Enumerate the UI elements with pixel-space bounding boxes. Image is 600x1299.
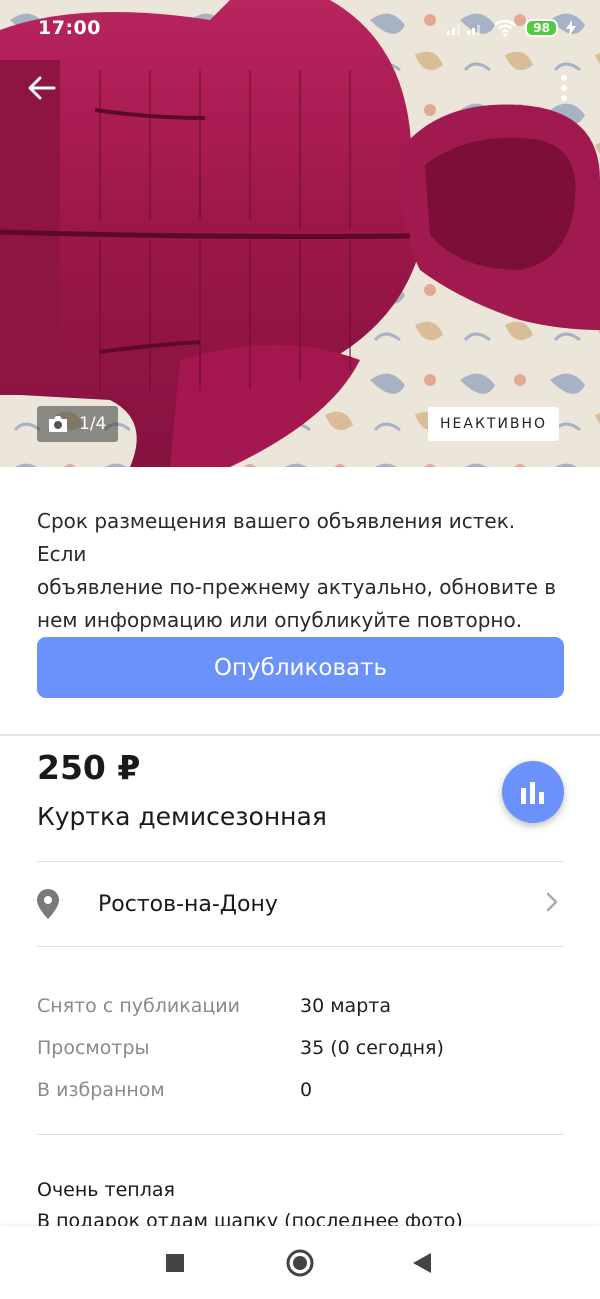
stats-value: 35 (0 сегодня) <box>300 1037 444 1059</box>
nav-recents-icon <box>166 1253 184 1272</box>
ad-stats-table: Снято с публикации 30 марта Просмотры 35… <box>37 985 564 1111</box>
nav-home-button[interactable] <box>270 1226 330 1299</box>
status-time: 17:00 <box>38 17 101 39</box>
location-city: Ростов-на-Дону <box>98 891 278 917</box>
ad-price: 250 ₽ <box>37 748 141 787</box>
expired-notice: Срок размещения вашего объявления истек.… <box>37 505 567 637</box>
stats-row: Просмотры 35 (0 сегодня) <box>37 1027 564 1069</box>
divider <box>37 1134 564 1135</box>
nav-home-icon <box>286 1249 314 1276</box>
status-bar: 17:00 98 <box>0 0 600 56</box>
system-navigation-bar <box>0 1226 600 1299</box>
back-arrow-icon <box>28 76 56 100</box>
notice-line: объявление по-прежнему актуально, обнови… <box>37 575 557 599</box>
battery-indicator: 98 <box>525 19 558 37</box>
description-line: Очень теплая <box>37 1179 175 1201</box>
notice-line: нем информацию или опубликуйте повторно. <box>37 608 523 632</box>
charging-icon <box>566 20 576 36</box>
section-divider <box>0 734 600 736</box>
notice-line: Срок размещения вашего объявления истек.… <box>37 509 516 566</box>
publish-button[interactable]: Опубликовать <box>37 637 564 698</box>
location-row[interactable]: Ростов-на-Дону <box>37 862 564 946</box>
camera-icon <box>49 416 67 432</box>
nav-back-button[interactable] <box>392 1226 452 1299</box>
nav-back-icon <box>413 1252 431 1273</box>
back-button[interactable] <box>22 68 62 108</box>
divider <box>37 946 564 947</box>
stats-label: Снято с публикации <box>37 995 240 1017</box>
chevron-right-icon <box>546 892 558 912</box>
photo-counter: 1/4 <box>37 406 119 442</box>
stats-row: В избранном 0 <box>37 1069 564 1111</box>
ad-title: Куртка демисезонная <box>37 802 327 831</box>
jacket-photo-image <box>0 0 600 467</box>
more-options-button[interactable] <box>548 68 580 108</box>
photo-counter-text: 1/4 <box>79 414 107 434</box>
location-pin-icon <box>37 889 59 919</box>
stats-row: Снято с публикации 30 марта <box>37 985 564 1027</box>
stats-value: 0 <box>300 1079 313 1101</box>
listing-photo[interactable]: 17:00 98 1/4 НЕАКТИВНО <box>0 0 600 467</box>
stats-label: Просмотры <box>37 1037 150 1059</box>
signal-icon <box>447 25 481 35</box>
more-vert-icon <box>561 75 567 101</box>
stats-icon <box>521 782 544 804</box>
wifi-icon <box>494 19 517 37</box>
stats-value: 30 марта <box>300 995 391 1017</box>
statistics-button[interactable] <box>502 761 564 823</box>
inactive-status-badge: НЕАКТИВНО <box>428 407 560 441</box>
stats-label: В избранном <box>37 1079 165 1101</box>
nav-recents-button[interactable] <box>145 1226 205 1299</box>
